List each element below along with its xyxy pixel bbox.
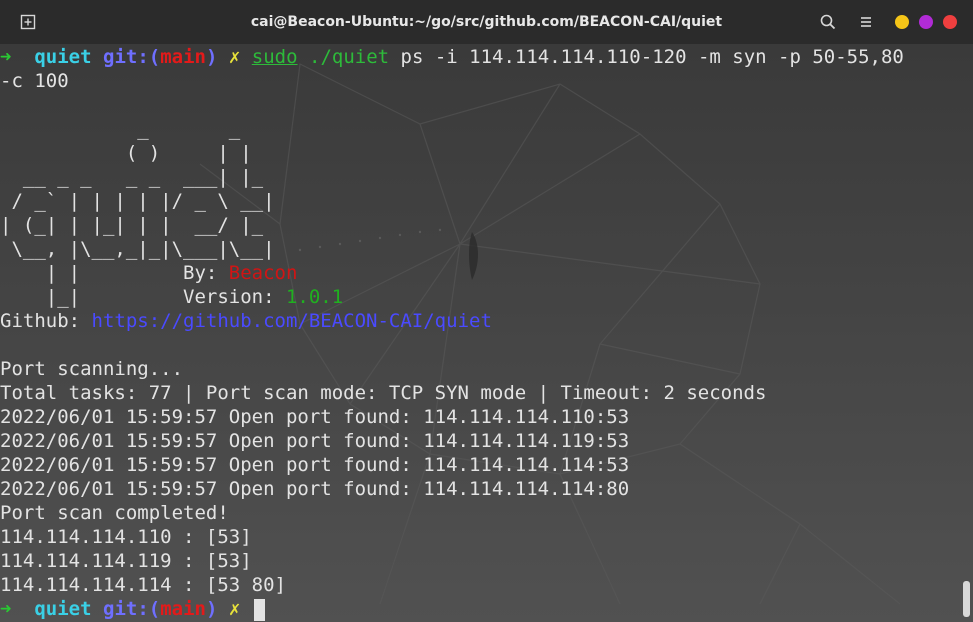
prompt-dir: quiet <box>34 46 92 68</box>
git-prefix: git:( <box>103 46 161 68</box>
prompt-dir: quiet <box>34 598 92 620</box>
version-label: Version: <box>183 286 286 308</box>
output-line: 2022/06/01 15:59:57 Open port found: 114… <box>0 406 630 428</box>
github-label: Github: <box>0 310 92 332</box>
output-line: Port scan completed! <box>0 502 229 524</box>
prompt-arrow-icon: ➜ <box>0 46 12 68</box>
author: Beacon <box>228 262 298 284</box>
banner-line: | (_| | |_| | | __/ |_ <box>0 214 264 236</box>
git-prefix: git:( <box>103 598 161 620</box>
command-wrap: -c 100 <box>0 70 69 92</box>
banner-line: ( ) | | <box>0 142 252 164</box>
close-button[interactable] <box>943 15 957 29</box>
output-line: Total tasks: 77 | Port scan mode: TCP SY… <box>0 382 767 404</box>
version-value: 1.0.1 <box>285 286 344 308</box>
cmd-args: ps -i 114.114.114.110-120 -m syn -p 50-5… <box>400 46 904 68</box>
current-prompt-line[interactable]: ➜ quiet git:(main) ✗ <box>0 597 904 621</box>
output-line: 114.114.114.114 : [53 80] <box>0 574 286 596</box>
cmd-sudo: sudo <box>251 46 298 68</box>
banner-line: _ _ <box>0 118 241 140</box>
git-branch: main <box>160 598 206 620</box>
text-cursor <box>253 598 265 621</box>
banner-version-line: |_| Version: 1.0.1 <box>0 285 904 309</box>
cmd-binary: ./quiet <box>309 46 390 68</box>
scrollbar-thumb[interactable] <box>963 581 970 617</box>
maximize-button[interactable] <box>919 15 933 29</box>
output-line: Port scanning... <box>0 358 184 380</box>
banner-line: \__, |\__,_|_|\___|\__| <box>0 238 275 260</box>
git-suffix: ) <box>205 598 218 620</box>
output-line: 2022/06/01 15:59:57 Open port found: 114… <box>0 430 630 452</box>
banner-line: |_| <box>0 286 81 308</box>
banner-line: / _` | | | | |/ _ \ __| <box>0 190 275 212</box>
github-link[interactable]: https://github.com/BEACON-CAI/quiet <box>92 310 492 332</box>
hamburger-menu-icon[interactable] <box>857 13 875 31</box>
output-line: 2022/06/01 15:59:57 Open port found: 114… <box>0 454 630 476</box>
output-line: 114.114.114.110 : [53] <box>0 526 252 548</box>
minimize-button[interactable] <box>895 15 909 29</box>
banner-line: | | <box>0 262 81 284</box>
git-dirty-icon: ✗ <box>228 46 241 68</box>
github-line: Github: https://github.com/BEACON-CAI/qu… <box>0 309 904 333</box>
prompt-arrow-icon: ➜ <box>0 598 12 620</box>
search-icon[interactable] <box>819 13 837 31</box>
output-line: 2022/06/01 15:59:57 Open port found: 114… <box>0 478 630 500</box>
output-line: 114.114.114.119 : [53] <box>0 550 252 572</box>
terminal-output: ➜ quiet git:(main) ✗ sudo ./quiet ps -i … <box>0 45 904 621</box>
banner-line: __ _ _ _ _ ___| |_ <box>0 166 264 188</box>
by-label: By: <box>183 262 229 284</box>
git-suffix: ) <box>205 46 218 68</box>
banner-by-line: | | By: Beacon <box>0 261 904 285</box>
terminal-area[interactable]: ➜ quiet git:(main) ✗ sudo ./quiet ps -i … <box>0 44 973 622</box>
command-line: ➜ quiet git:(main) ✗ sudo ./quiet ps -i … <box>0 45 904 69</box>
git-branch: main <box>160 46 206 68</box>
title-bar: cai@Beacon-Ubuntu:~/go/src/github.com/BE… <box>0 0 973 45</box>
git-dirty-icon: ✗ <box>228 598 241 620</box>
